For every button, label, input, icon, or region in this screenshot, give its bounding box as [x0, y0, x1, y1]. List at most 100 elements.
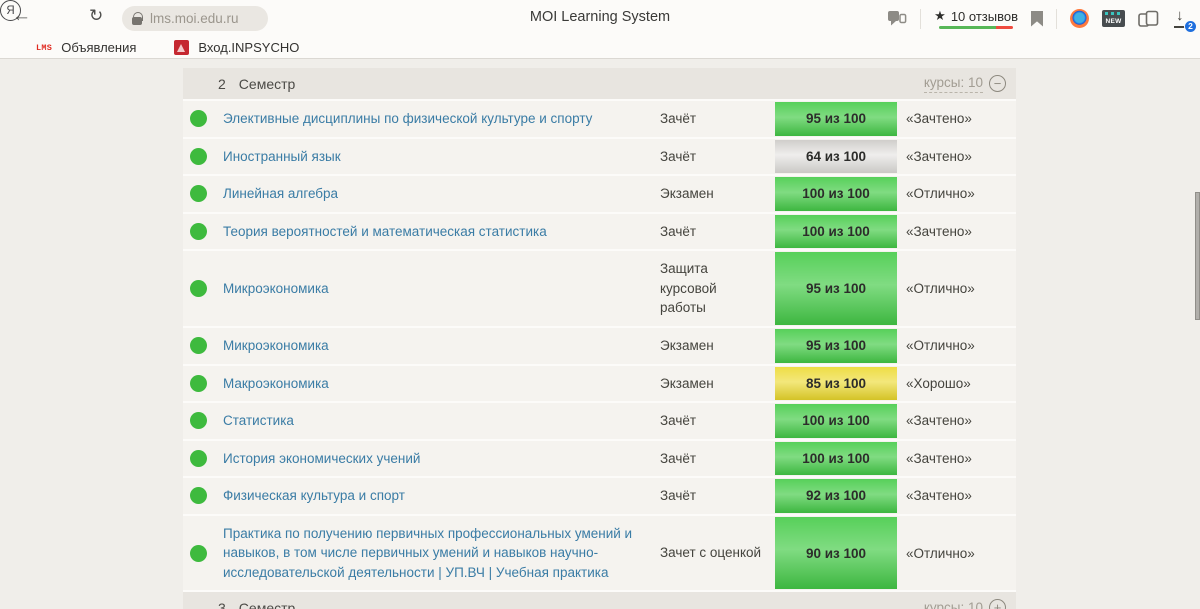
course-link[interactable]: Статистика	[223, 403, 660, 439]
course-status-dot	[190, 185, 207, 202]
semester-header-3: 3 Семестр курсы: 10 +	[183, 592, 1016, 609]
table-row: Статистика Зачёт 100 из 100 «Зачтено»	[183, 403, 1016, 441]
score-badge: 95 из 100	[775, 329, 897, 363]
course-status-dot	[190, 487, 207, 504]
toolbar-actions: ★ 10 отзывов NEW ↓ 2	[887, 0, 1194, 37]
course-link[interactable]: Элективные дисциплины по физической куль…	[223, 101, 660, 137]
semester-label: Семестр	[239, 76, 296, 92]
grade-label: «Отлично»	[897, 338, 1016, 353]
back-icon[interactable]: ←	[12, 5, 31, 27]
grade-label: «Отлично»	[897, 186, 1016, 201]
course-link[interactable]: Макроэкономика	[223, 366, 660, 402]
score-badge: 100 из 100	[775, 442, 897, 476]
course-rows: Элективные дисциплины по физической куль…	[183, 101, 1016, 592]
new-extension-icon[interactable]: NEW	[1102, 10, 1125, 27]
refresh-icon[interactable]: ↻	[89, 6, 103, 26]
grades-table: 2 Семестр курсы: 10 − Элективные дисципл…	[183, 68, 1016, 609]
grade-label: «Зачтено»	[897, 488, 1016, 503]
collections-icon[interactable]	[1138, 10, 1159, 28]
exam-type-label: Зачёт	[660, 214, 775, 250]
inpsycho-favicon	[174, 40, 189, 55]
exam-type-label: Зачет с оценкой	[660, 535, 775, 571]
table-row: Физическая культура и спорт Зачёт 92 из …	[183, 478, 1016, 516]
course-link[interactable]: Микроэкономика	[223, 271, 660, 307]
grade-label: «Отлично»	[897, 281, 1016, 296]
expand-icon[interactable]: +	[989, 599, 1006, 609]
course-link[interactable]: Иностранный язык	[223, 139, 660, 175]
semester-3-courses-toggle[interactable]: курсы: 10 +	[924, 599, 1006, 609]
exam-type-label: Защита курсовой работы	[660, 251, 775, 326]
course-status-dot	[190, 450, 207, 467]
bookmark-label: Объявления	[61, 40, 136, 55]
toolbar-separator	[1056, 9, 1057, 29]
toolbar-separator	[920, 9, 921, 29]
grade-label: «Зачтено»	[897, 111, 1016, 126]
course-status-dot	[190, 148, 207, 165]
table-row: Микроэкономика Защита курсовой работы 95…	[183, 251, 1016, 328]
rating-bar-negative	[996, 26, 1013, 29]
extension-icon[interactable]	[1070, 9, 1089, 28]
downloads-button[interactable]: ↓ 2	[1172, 8, 1194, 30]
courses-count: 10	[968, 600, 983, 609]
scrollbar-thumb[interactable]	[1195, 192, 1200, 320]
bookmark-item-inpsycho[interactable]: Вход.INPSYCHO	[174, 40, 299, 55]
table-row: Линейная алгебра Экзамен 100 из 100 «Отл…	[183, 176, 1016, 214]
table-row: Теория вероятностей и математическая ста…	[183, 214, 1016, 252]
course-link[interactable]: Линейная алгебра	[223, 176, 660, 212]
semester-2-courses-toggle[interactable]: курсы: 10 −	[924, 74, 1006, 93]
course-link[interactable]: Теория вероятностей и математическая ста…	[223, 214, 660, 250]
exam-type-label: Экзамен	[660, 176, 775, 212]
course-link[interactable]: История экономических учений	[223, 441, 660, 477]
bookmarks-bar: LMS Объявления Вход.INPSYCHO	[0, 37, 1200, 59]
bookmark-icon[interactable]	[1031, 11, 1043, 27]
course-status-dot	[190, 280, 207, 297]
site-reviews-button[interactable]: ★ 10 отзывов	[934, 8, 1018, 29]
exam-type-label: Зачёт	[660, 101, 775, 137]
bookmark-label: Вход.INPSYCHO	[198, 40, 299, 55]
rating-bar	[939, 26, 1013, 29]
address-bar[interactable]: lms.moi.edu.ru	[122, 6, 268, 31]
exam-type-label: Зачёт	[660, 478, 775, 514]
page-content: 2 Семестр курсы: 10 − Элективные дисципл…	[183, 60, 1016, 609]
table-row: Иностранный язык Зачёт 64 из 100 «Зачтен…	[183, 139, 1016, 177]
courses-label: курсы:	[924, 75, 964, 90]
course-link[interactable]: Физическая культура и спорт	[223, 478, 660, 514]
grade-label: «Зачтено»	[897, 451, 1016, 466]
score-badge: 100 из 100	[775, 404, 897, 438]
score-badge: 100 из 100	[775, 215, 897, 249]
table-row: Макроэкономика Экзамен 85 из 100 «Хорошо…	[183, 366, 1016, 404]
bookmark-item-announcements[interactable]: LMS Объявления	[36, 40, 136, 55]
table-row: Микроэкономика Экзамен 95 из 100 «Отличн…	[183, 328, 1016, 366]
grade-label: «Зачтено»	[897, 224, 1016, 239]
semester-title: 2 Семестр	[218, 76, 295, 92]
semester-number: 3	[218, 600, 226, 609]
rating-bar-positive	[939, 26, 996, 29]
course-link[interactable]: Микроэкономика	[223, 328, 660, 364]
score-badge: 85 из 100	[775, 367, 897, 401]
course-link[interactable]: Практика по получению первичных професси…	[223, 516, 660, 591]
score-badge: 90 из 100	[775, 517, 897, 590]
courses-label: курсы:	[924, 600, 964, 609]
lock-icon	[132, 17, 142, 25]
browser-toolbar: ← Я ↻ lms.moi.edu.ru MOI Learning System…	[0, 0, 1200, 37]
course-status-dot	[190, 375, 207, 392]
exam-type-label: Зачёт	[660, 441, 775, 477]
exam-type-label: Экзамен	[660, 366, 775, 402]
course-status-dot	[190, 412, 207, 429]
grade-label: «Зачтено»	[897, 149, 1016, 164]
grade-label: «Зачтено»	[897, 413, 1016, 428]
course-status-dot	[190, 110, 207, 127]
grade-label: «Отлично»	[897, 546, 1016, 561]
download-arrow-icon: ↓	[1176, 7, 1184, 24]
course-status-dot	[190, 223, 207, 240]
semester-title: 3 Семестр	[218, 600, 295, 609]
table-row: История экономических учений Зачёт 100 и…	[183, 441, 1016, 479]
score-badge: 92 из 100	[775, 479, 897, 513]
table-row: Практика по получению первичных професси…	[183, 516, 1016, 593]
grade-label: «Хорошо»	[897, 376, 1016, 391]
collapse-icon[interactable]: −	[989, 75, 1006, 92]
exam-type-label: Зачёт	[660, 139, 775, 175]
table-row: Элективные дисциплины по физической куль…	[183, 101, 1016, 139]
semester-number: 2	[218, 76, 226, 92]
page-actions-icon[interactable]	[887, 10, 907, 27]
